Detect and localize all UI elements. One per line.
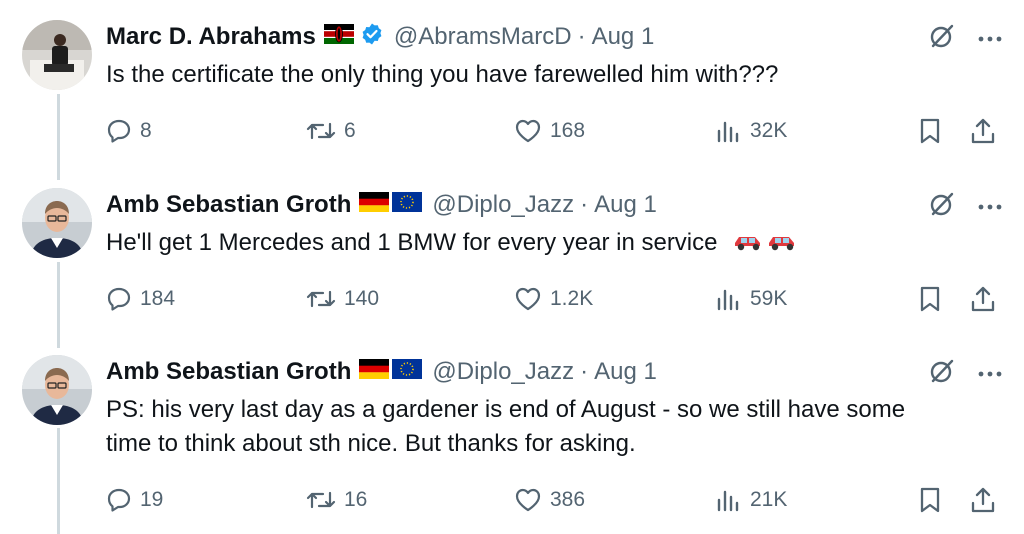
reply-icon — [106, 487, 132, 513]
reply-icon — [106, 118, 132, 144]
tweet-text: PS: his very last day as a gardener is e… — [106, 393, 996, 461]
author-handle[interactable]: @Diplo_Jazz — [432, 191, 574, 219]
retweet-count: 6 — [344, 119, 356, 142]
separator: · — [580, 358, 589, 385]
tweet-text-line: Is the certificate the only thing you ha… — [106, 61, 779, 88]
avatar[interactable] — [22, 355, 92, 425]
tweet-actions: 8 6 168 32K — [106, 114, 1002, 148]
tweet-header: Amb Sebastian Groth @Diplo_Jazz · Aug 1 — [106, 188, 657, 222]
bookmark-button[interactable] — [918, 483, 942, 517]
tweet-text-line: He'll get 1 Mercedes and 1 BMW for every… — [106, 226, 996, 263]
reply-button[interactable]: 19 — [106, 483, 163, 517]
views-button[interactable]: 32K — [716, 114, 787, 148]
avatar[interactable] — [22, 188, 92, 258]
grok-icon[interactable] — [928, 357, 956, 390]
more-options-icon[interactable] — [978, 30, 1002, 48]
reply-button[interactable]: 8 — [106, 114, 152, 148]
heart-icon — [514, 118, 542, 144]
retweet-button[interactable]: 140 — [306, 282, 379, 316]
bookmark-icon — [918, 285, 942, 313]
author-handle[interactable]: @AbramsMarcD — [394, 23, 572, 51]
like-button[interactable]: 386 — [514, 483, 585, 517]
tweet-date[interactable]: Aug 1 — [594, 358, 657, 386]
retweet-count: 140 — [344, 287, 380, 310]
share-icon — [970, 117, 996, 145]
author-name[interactable]: Amb Sebastian Groth — [106, 191, 351, 219]
tweet-text-line: time to think about sth nice. But thanks… — [106, 430, 636, 457]
retweet-button[interactable]: 6 — [306, 114, 356, 148]
tweet-text: He'll get 1 Mercedes and 1 BMW for every… — [106, 226, 996, 263]
tweet[interactable]: Amb Sebastian Groth @Diplo_Jazz · Aug 1 … — [0, 188, 1024, 338]
author-handle[interactable]: @Diplo_Jazz — [432, 358, 574, 386]
bookmark-button[interactable] — [918, 282, 942, 316]
bookmark-icon — [918, 486, 942, 514]
tweet-text-line: PS: his very last day as a gardener is e… — [106, 396, 906, 423]
views-count: 59K — [750, 287, 788, 310]
separator: · — [580, 191, 589, 218]
retweet-button[interactable]: 16 — [306, 483, 367, 517]
views-count: 32K — [750, 119, 788, 142]
reply-icon — [106, 286, 132, 312]
tweet-actions: 19 16 386 21K — [106, 483, 1002, 517]
more-options-icon[interactable] — [978, 365, 1002, 383]
author-name[interactable]: Amb Sebastian Groth — [106, 358, 351, 386]
reply-button[interactable]: 184 — [106, 282, 175, 316]
share-button[interactable] — [970, 282, 996, 316]
tweet-header: Amb Sebastian Groth @Diplo_Jazz · Aug 1 — [106, 355, 657, 389]
like-button[interactable]: 1.2K — [514, 282, 593, 316]
share-icon — [970, 486, 996, 514]
verified-badge-icon — [360, 22, 384, 53]
views-chart-icon — [716, 286, 742, 312]
more-options-icon[interactable] — [978, 198, 1002, 216]
author-name[interactable]: Marc D. Abrahams — [106, 23, 316, 51]
like-count: 386 — [550, 488, 586, 511]
views-chart-icon — [716, 487, 742, 513]
separator: · — [577, 23, 586, 50]
reply-count: 184 — [140, 287, 176, 310]
share-icon — [970, 285, 996, 313]
eu-flag-icon — [392, 358, 423, 386]
bookmark-button[interactable] — [918, 114, 942, 148]
like-button[interactable]: 168 — [514, 114, 585, 148]
retweet-icon — [306, 118, 336, 144]
tweet-top-icons — [928, 22, 1002, 55]
heart-icon — [514, 286, 542, 312]
grok-icon[interactable] — [928, 190, 956, 223]
tweet-date[interactable]: Aug 1 — [592, 23, 655, 51]
views-button[interactable]: 21K — [716, 483, 787, 517]
eu-flag-icon — [392, 191, 423, 219]
grok-icon[interactable] — [928, 22, 956, 55]
reply-count: 19 — [140, 488, 164, 511]
car-emoji-icon — [766, 229, 798, 263]
tweet-actions: 184 140 1.2K 59K — [106, 282, 1002, 316]
tweet[interactable]: Marc D. Abrahams @AbramsMarcD · Aug 1 Is… — [0, 20, 1024, 170]
kenya-flag-icon — [323, 23, 354, 51]
tweet-text-content: He'll get 1 Mercedes and 1 BMW for every… — [106, 229, 718, 256]
avatar[interactable] — [22, 20, 92, 90]
tweet[interactable]: Amb Sebastian Groth @Diplo_Jazz · Aug 1 … — [0, 355, 1024, 530]
views-count: 21K — [750, 488, 788, 511]
tweet-text: Is the certificate the only thing you ha… — [106, 58, 996, 92]
tweet-date[interactable]: Aug 1 — [594, 191, 657, 219]
share-button[interactable] — [970, 483, 996, 517]
bookmark-icon — [918, 117, 942, 145]
tweet-header: Marc D. Abrahams @AbramsMarcD · Aug 1 — [106, 20, 654, 54]
retweet-icon — [306, 487, 336, 513]
share-button[interactable] — [970, 114, 996, 148]
tweet-top-icons — [928, 190, 1002, 223]
retweet-count: 16 — [344, 488, 368, 511]
views-button[interactable]: 59K — [716, 282, 787, 316]
car-emoji-icon — [732, 229, 764, 263]
reply-count: 8 — [140, 119, 152, 142]
retweet-icon — [306, 286, 336, 312]
germany-flag-icon — [359, 191, 390, 219]
germany-flag-icon — [359, 358, 390, 386]
views-chart-icon — [716, 118, 742, 144]
tweet-top-icons — [928, 357, 1002, 390]
like-count: 1.2K — [550, 287, 594, 310]
like-count: 168 — [550, 119, 586, 142]
heart-icon — [514, 487, 542, 513]
